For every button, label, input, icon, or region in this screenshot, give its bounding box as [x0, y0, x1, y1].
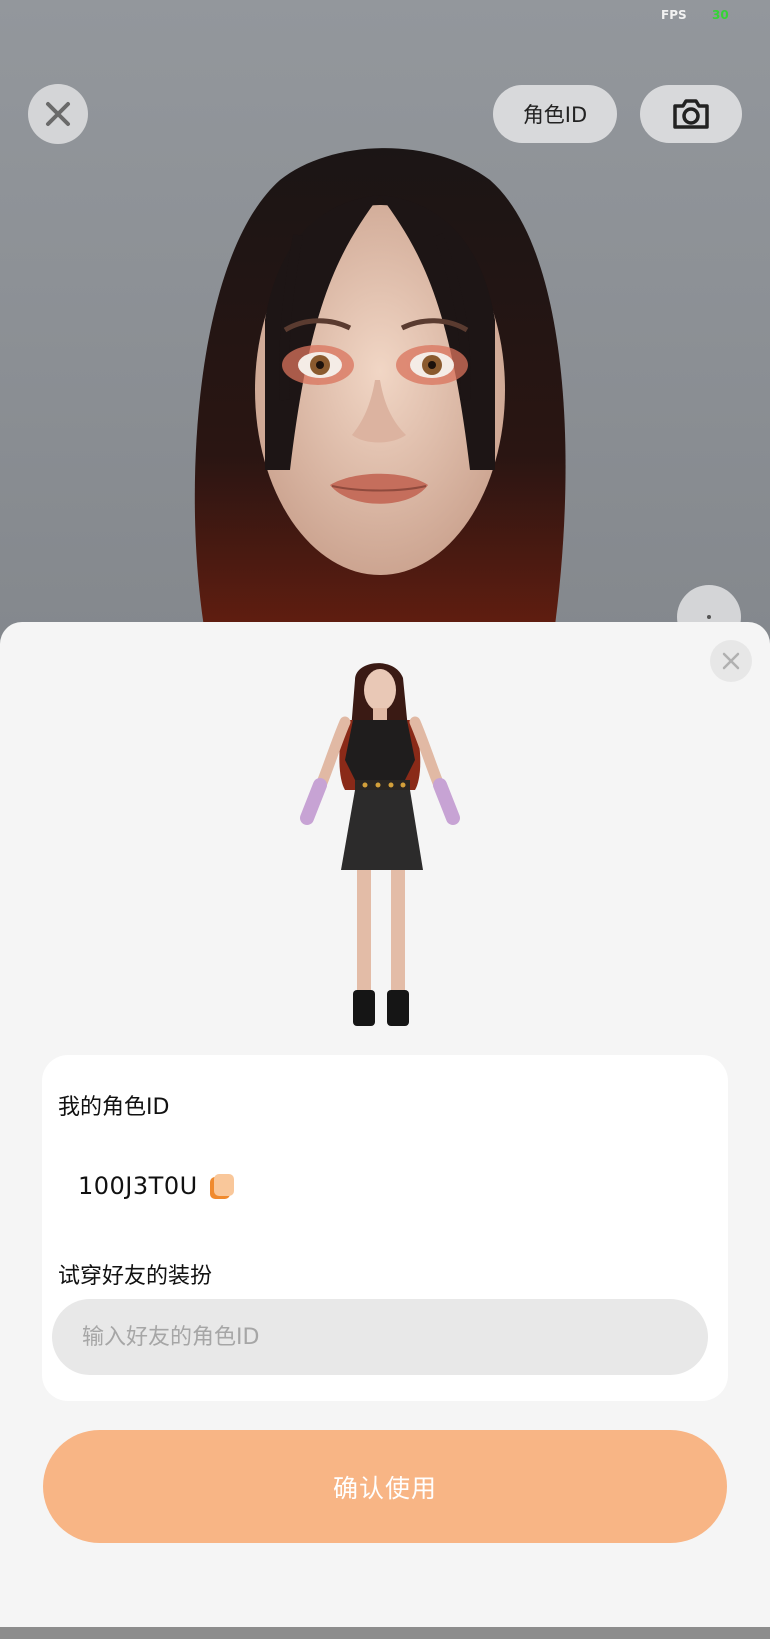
role-id-button-label: 角色ID — [522, 103, 588, 127]
role-id-button[interactable]: 角色ID — [493, 85, 617, 143]
close-button[interactable] — [28, 84, 88, 144]
camera-button[interactable] — [640, 85, 742, 143]
copy-icon-front — [213, 1174, 234, 1196]
my-role-id-title: 我的角色ID — [58, 1095, 170, 1120]
fps-value: 30 — [712, 8, 729, 22]
sheet-close-button[interactable] — [710, 640, 752, 682]
copy-icon[interactable] — [209, 1174, 234, 1199]
avatar-full-body-preview — [300, 663, 460, 1026]
friend-role-id-input[interactable] — [52, 1299, 708, 1375]
fps-label: FPS — [661, 8, 687, 22]
camera-icon — [673, 99, 709, 129]
try-on-friend-label: 试穿好友的装扮 — [58, 1264, 213, 1289]
close-icon — [722, 652, 740, 670]
avatar-head-render — [194, 148, 566, 640]
close-icon — [46, 102, 70, 126]
my-role-id-value: 100J3T0U — [78, 1172, 198, 1200]
avatar-viewport[interactable]: FPS 30 角色ID — [0, 0, 770, 640]
confirm-use-button[interactable]: 确认使用 — [43, 1430, 727, 1543]
role-id-card: 我的角色ID 100J3T0U 试穿好友的装扮 — [42, 1055, 728, 1401]
side-action-icon — [707, 615, 711, 619]
confirm-use-label: 确认使用 — [332, 1473, 437, 1503]
bottom-edge-bar — [0, 1627, 770, 1639]
my-role-id-row: 100J3T0U — [78, 1172, 234, 1200]
